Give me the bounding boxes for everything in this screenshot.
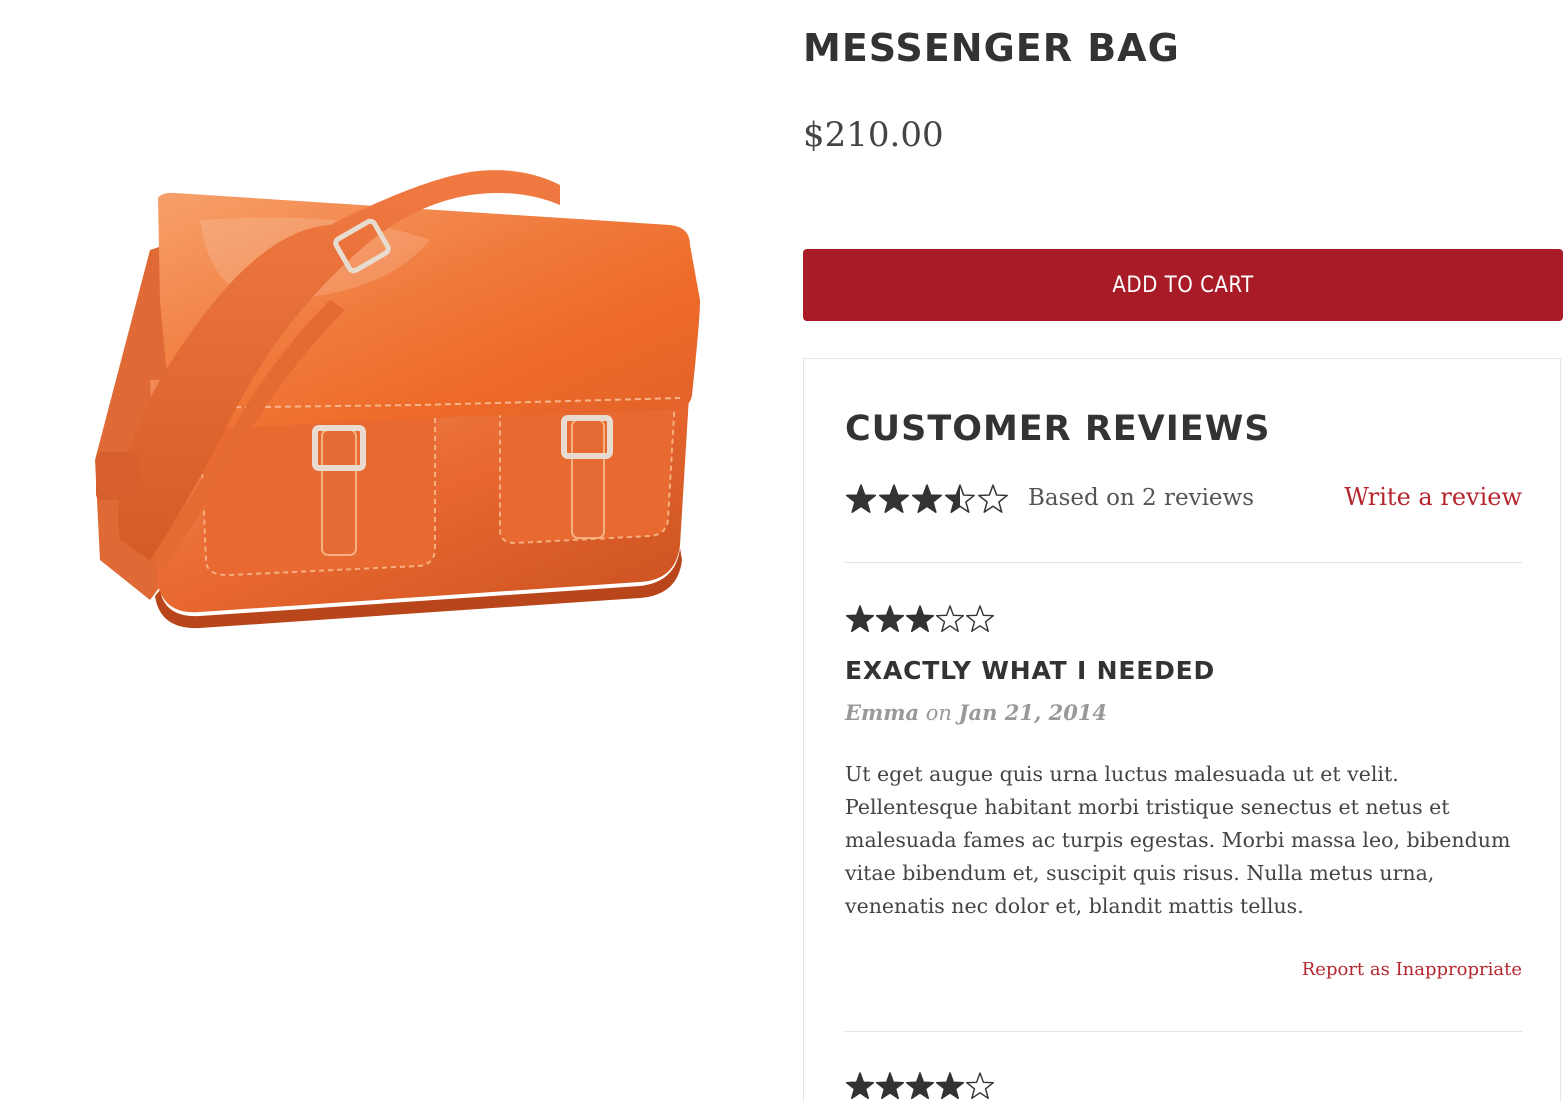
review-author: Emma [845, 700, 920, 725]
summary-rating-stars [845, 483, 1010, 515]
star-empty-icon [965, 1072, 995, 1100]
star-filled-icon [845, 1072, 875, 1100]
product-title: MESSENGER BAG [803, 26, 1180, 70]
star-empty-icon [978, 484, 1008, 513]
review-item [845, 1071, 1522, 1102]
review-body: Ut eget augue quis urna luctus malesuada… [845, 762, 1511, 918]
reviews-title: CUSTOMER REVIEWS [845, 409, 1271, 449]
product-image[interactable] [0, 0, 790, 780]
product-page: MESSENGER BAG $210.00 ADD TO CART CUSTOM… [0, 0, 1566, 1102]
reviews-divider [845, 1031, 1522, 1032]
star-filled-icon [912, 484, 942, 513]
messenger-bag-image [95, 170, 700, 629]
review-rating-stars [845, 604, 995, 634]
star-filled-icon [846, 484, 876, 513]
reviews-summary-text: Based on 2 reviews [1028, 485, 1255, 511]
write-review-link[interactable]: Write a review [1344, 483, 1522, 511]
star-filled-icon [845, 605, 875, 633]
star-half-icon [945, 484, 975, 513]
review-rating-stars [845, 1071, 995, 1101]
review-meta: Emma on Jan 21, 2014 [845, 700, 1107, 725]
report-inappropriate-link[interactable]: Report as Inappropriate [1302, 959, 1522, 980]
star-empty-icon [965, 605, 995, 633]
star-empty-icon [935, 605, 965, 633]
star-filled-icon [875, 605, 905, 633]
star-filled-icon [905, 1072, 935, 1100]
add-to-cart-button[interactable]: ADD TO CART [803, 249, 1563, 321]
review-item: EXACTLY WHAT I NEEDED Emma on Jan 21, 20… [845, 604, 1522, 984]
review-on-word: on [925, 701, 952, 725]
customer-reviews-panel: CUSTOMER REVIEWS Based on 2 reviews Writ… [803, 358, 1561, 1102]
reviews-summary: Based on 2 reviews Write a review [845, 481, 1522, 521]
star-filled-icon [905, 605, 935, 633]
star-filled-icon [879, 484, 909, 513]
star-filled-icon [935, 1072, 965, 1100]
star-filled-icon [875, 1072, 905, 1100]
product-price: $210.00 [803, 115, 944, 155]
review-title: EXACTLY WHAT I NEEDED [845, 656, 1216, 685]
review-date: Jan 21, 2014 [958, 700, 1108, 725]
reviews-divider [845, 562, 1522, 563]
